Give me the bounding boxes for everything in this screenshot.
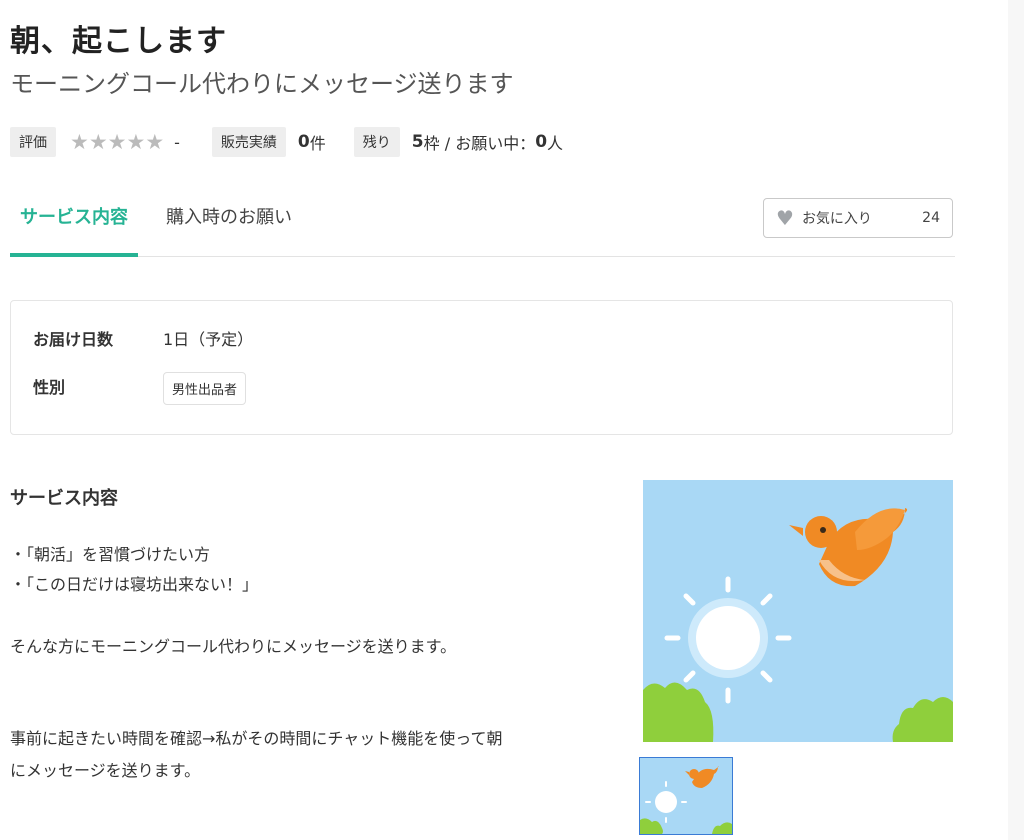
star-icon: ★ [88,129,108,154]
remaining-label: 残り [353,127,400,157]
rating-value: - [174,132,180,152]
service-main-image[interactable] [643,480,953,742]
gender-tag: 男性出品者 [163,372,247,405]
page-scrollbar-track [1008,0,1024,840]
service-meta: 評価 ★ ★ ★ ★ ★ - 販売実績 0 件 残り 5 枠 / お願い中： 0… [10,126,563,158]
delivery-days-label: お届け日数 [33,330,114,349]
favorite-count: 24 [922,210,940,226]
thumbnail-illustration [640,758,732,834]
sales-label: 販売実績 [211,127,286,157]
description-paragraph: 事前に起きたい時間を確認→私がその時間にチャット機能を使って朝 [10,729,503,748]
remaining-count: 5 [411,132,424,152]
requesting-unit: 人 [547,134,564,153]
star-icon: ★ [107,129,127,154]
heart-icon: ♥ [776,206,794,230]
description-paragraph: にメッセージを送ります。 [10,761,201,780]
service-thumbnail[interactable] [639,757,733,835]
rating-label: 評価 [10,127,56,157]
tab-service-content[interactable]: サービス内容 [10,190,138,257]
sales-unit: 件 [309,134,326,153]
service-subtitle: モーニングコール代わりにメッセージ送ります [10,70,514,98]
sun-and-bird-illustration [643,480,953,742]
description-heading: サービス内容 [10,488,118,509]
star-icon: ★ [126,129,146,154]
star-icon: ★ [70,129,89,154]
service-info-box: お届け日数 1日（予定） 性別 男性出品者 [10,300,953,435]
description-bullet: ・「朝活」を習慣づけたい方 [10,545,211,564]
star-icon: ★ [145,129,165,154]
gender-label: 性別 [33,378,66,397]
tab-purchase-request[interactable]: 購入時のお願い [156,190,302,253]
remaining-unit: 枠 / お願い中： [423,134,536,153]
rating-stars: ★ ★ ★ ★ ★ [70,129,165,154]
description-paragraph: そんな方にモーニングコール代わりにメッセージを送ります。 [10,637,457,656]
service-title: 朝、起こします [10,24,227,59]
sales-count: 0 [297,132,310,152]
favorite-button[interactable]: ♥ お気に入り 24 [763,198,953,238]
delivery-days-value: 1日（予定） [163,330,254,349]
requesting-count: 0 [535,132,548,152]
favorite-label: お気に入り [801,211,872,227]
description-bullet: ・「この日だけは寝坊出来ない！」 [10,575,259,594]
